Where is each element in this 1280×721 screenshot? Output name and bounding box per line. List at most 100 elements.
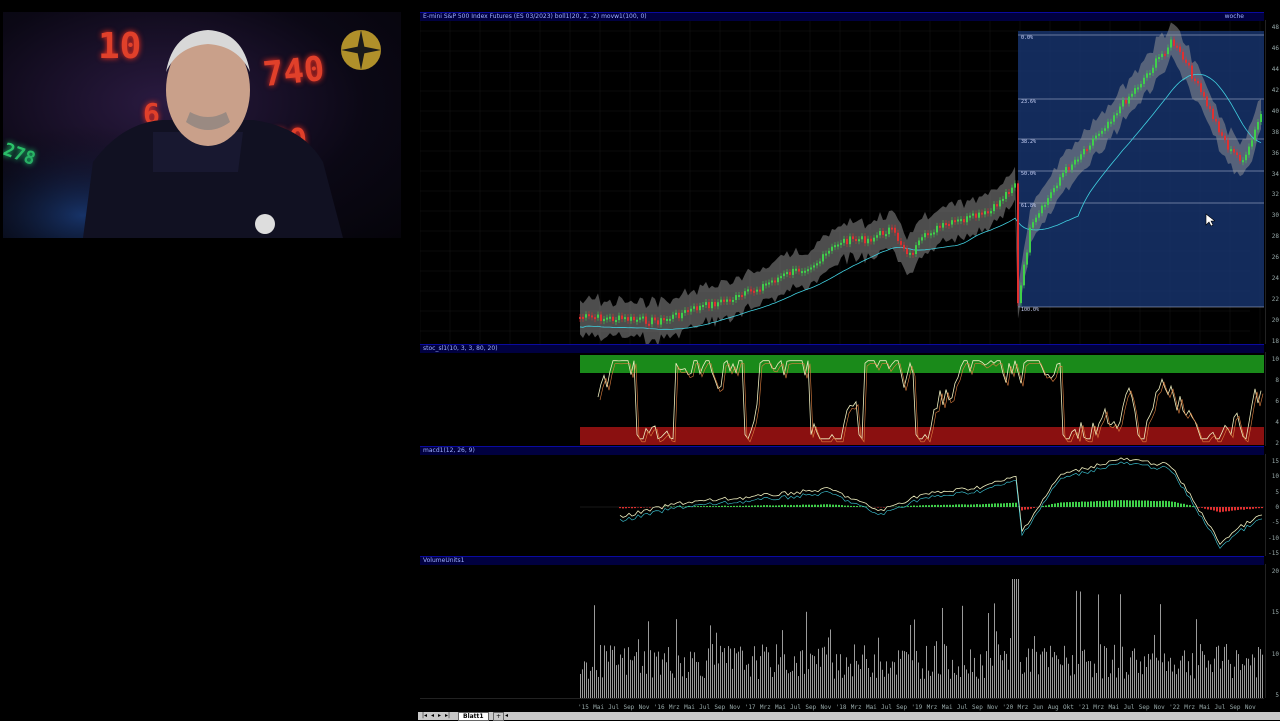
volume-bar bbox=[822, 648, 823, 699]
date-tick-label: Nov bbox=[1245, 704, 1256, 711]
macd-histogram-bar bbox=[1015, 503, 1017, 507]
volume-bar bbox=[596, 670, 597, 699]
macd-histogram-bar bbox=[1033, 507, 1035, 508]
volume-bar bbox=[652, 677, 653, 699]
macd-histogram-bar bbox=[1255, 507, 1257, 508]
macd-histogram-bar bbox=[760, 505, 762, 507]
macd-histogram-bar bbox=[973, 504, 975, 507]
candle bbox=[621, 316, 623, 320]
candle bbox=[1077, 160, 1079, 162]
macd-histogram-bar bbox=[1177, 503, 1179, 507]
volume-bar bbox=[1256, 677, 1257, 699]
volume-bar bbox=[884, 677, 885, 699]
volume-bar bbox=[968, 673, 969, 699]
volume-bar bbox=[1022, 674, 1023, 699]
volume-bar bbox=[830, 629, 831, 699]
volume-bar bbox=[924, 679, 925, 699]
price-chart-canvas[interactable] bbox=[420, 21, 1264, 345]
candle bbox=[609, 317, 611, 319]
volume-title: VolumeUnits1 bbox=[420, 557, 1264, 565]
macd-axis: 151050-5-10-15 bbox=[1265, 454, 1280, 556]
next-sheet-button[interactable]: ▸ bbox=[438, 712, 441, 720]
macd-histogram-bar bbox=[925, 505, 927, 507]
candle bbox=[876, 235, 878, 237]
last-sheet-button[interactable]: ▸| bbox=[445, 712, 450, 720]
candle bbox=[711, 302, 713, 308]
candle bbox=[639, 317, 641, 319]
volume-bar bbox=[742, 651, 743, 699]
volume-bar bbox=[1096, 673, 1097, 699]
volume-bar bbox=[750, 677, 751, 699]
volume-bar bbox=[912, 660, 913, 699]
volume-bar bbox=[950, 679, 951, 699]
volume-canvas[interactable] bbox=[420, 565, 1264, 699]
volume-bar bbox=[1066, 658, 1067, 699]
volume-bar bbox=[988, 613, 989, 699]
macd-histogram-bar bbox=[637, 507, 639, 508]
macd-histogram-bar bbox=[808, 505, 810, 507]
candle bbox=[1224, 136, 1226, 140]
candle bbox=[1116, 113, 1118, 115]
volume-bar bbox=[792, 671, 793, 699]
macd-histogram-bar bbox=[883, 507, 885, 508]
axis-tick-label: 26 bbox=[1272, 254, 1279, 261]
stochastic-axis: 108642 bbox=[1265, 352, 1280, 446]
macd-histogram-bar bbox=[1225, 507, 1227, 511]
candle bbox=[1110, 122, 1112, 124]
volume-bar bbox=[1214, 659, 1215, 699]
candle bbox=[1134, 88, 1136, 94]
volume-bar bbox=[816, 664, 817, 699]
axis-tick-label: 38 bbox=[1272, 129, 1279, 136]
candle bbox=[930, 233, 932, 235]
volume-bar bbox=[882, 670, 883, 699]
axis-tick-label: 10 bbox=[1272, 473, 1279, 480]
candle bbox=[927, 233, 929, 235]
volume-bar bbox=[814, 656, 815, 699]
macd-panel[interactable]: macd1(12, 26, 9) bbox=[420, 446, 1264, 557]
candle bbox=[1092, 138, 1094, 145]
macd-histogram-bar bbox=[823, 504, 825, 507]
price-chart-panel[interactable]: E-mini S&P 500 Index Futures (ES 03/2023… bbox=[420, 12, 1264, 345]
axis-tick-label: 5 bbox=[1275, 489, 1279, 496]
candle bbox=[1113, 115, 1115, 121]
axis-tick-label: 15 bbox=[1272, 609, 1279, 616]
macd-histogram-bar bbox=[724, 506, 726, 507]
candle bbox=[900, 241, 902, 245]
volume-bar bbox=[1038, 674, 1039, 699]
volume-bar bbox=[850, 664, 851, 699]
date-tick-label: Mai bbox=[942, 704, 953, 711]
macd-canvas[interactable] bbox=[420, 455, 1264, 557]
macd-histogram-bar bbox=[931, 505, 933, 507]
macd-histogram-bar bbox=[1072, 502, 1074, 507]
scroll-left-icon[interactable]: ◂ bbox=[505, 712, 508, 720]
candle bbox=[1200, 83, 1202, 92]
macd-histogram-bar bbox=[1210, 507, 1212, 510]
candle bbox=[774, 281, 776, 283]
axis-tick-label: 2 bbox=[1275, 440, 1279, 447]
volume-bar bbox=[1208, 661, 1209, 699]
candle bbox=[582, 317, 584, 319]
candle bbox=[702, 305, 704, 307]
prev-sheet-button[interactable]: ◂ bbox=[431, 712, 434, 720]
candle bbox=[714, 302, 716, 306]
volume-bar bbox=[766, 647, 767, 699]
candle bbox=[993, 204, 995, 211]
stochastic-panel[interactable]: stoc_sl1(10, 3, 3, 80, 20) bbox=[420, 344, 1264, 447]
macd-histogram-bar bbox=[961, 504, 963, 507]
volume-bar bbox=[772, 677, 773, 699]
candle bbox=[1143, 78, 1145, 84]
candle bbox=[1050, 192, 1052, 198]
volume-bar bbox=[1116, 678, 1117, 699]
axis-tick-label: 10 bbox=[1272, 651, 1279, 658]
volume-bar bbox=[1222, 661, 1223, 699]
macd-histogram-bar bbox=[955, 504, 957, 507]
candle bbox=[798, 269, 800, 272]
stochastic-canvas[interactable] bbox=[420, 353, 1264, 447]
macd-histogram-bar bbox=[976, 504, 978, 507]
volume-bar bbox=[1126, 672, 1127, 699]
volume-panel[interactable]: VolumeUnits1 bbox=[420, 556, 1264, 699]
volume-bar bbox=[1034, 636, 1035, 699]
first-sheet-button[interactable]: |◂ bbox=[422, 712, 427, 720]
macd-histogram-bar bbox=[754, 505, 756, 507]
axis-tick-label: 24 bbox=[1272, 275, 1279, 282]
